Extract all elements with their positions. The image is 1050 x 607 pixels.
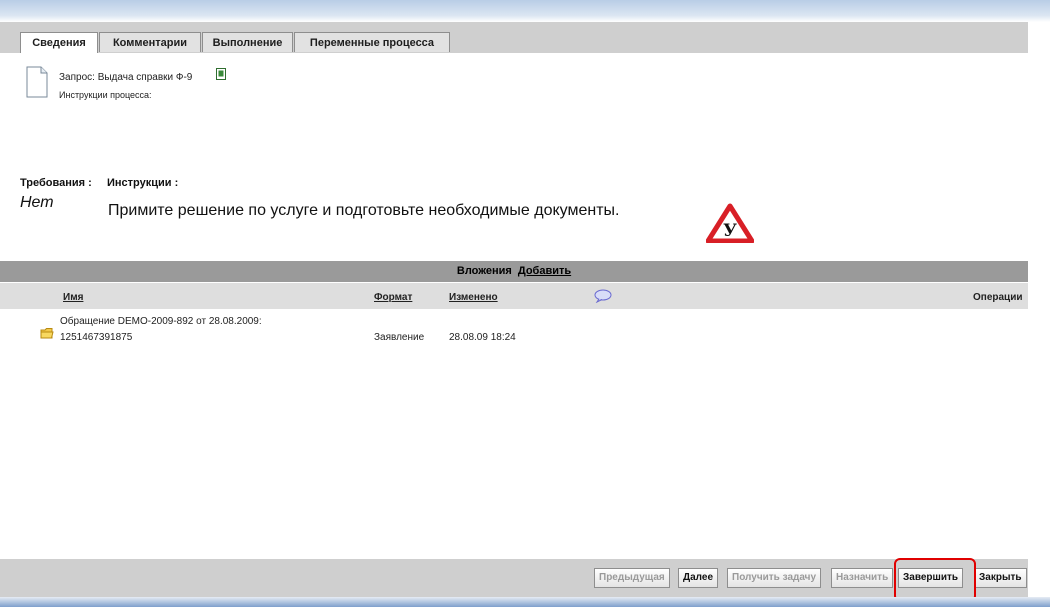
column-modified[interactable]: Изменено bbox=[449, 292, 498, 303]
window-bottom-strip bbox=[0, 597, 1050, 607]
column-name[interactable]: Имя bbox=[63, 292, 83, 303]
comment-bubble-icon bbox=[594, 289, 612, 303]
attachment-name[interactable]: Обращение DEMO-2009-892 от 28.08.2009: bbox=[60, 316, 262, 327]
attachment-format: Заявление bbox=[374, 332, 425, 343]
request-title: Запрос: Выдача справки Ф-9 bbox=[59, 72, 193, 83]
document-icon bbox=[26, 66, 48, 98]
tab-execution[interactable]: Выполнение bbox=[202, 32, 293, 52]
instructions-text: Примите решение по услуге и подготовьте … bbox=[108, 202, 620, 219]
tab-comments[interactable]: Комментарии bbox=[99, 32, 201, 52]
close-button[interactable]: Закрыть bbox=[974, 568, 1027, 588]
column-format[interactable]: Формат bbox=[374, 292, 412, 303]
tab-details[interactable]: Сведения bbox=[20, 32, 98, 53]
requirements-value: Нет bbox=[20, 194, 54, 211]
tab-bar: Сведения Комментарии Выполнение Переменн… bbox=[0, 22, 1028, 53]
attachments-title: Вложения bbox=[456, 265, 512, 277]
tab-process-variables[interactable]: Переменные процесса bbox=[294, 32, 450, 52]
window-top-strip bbox=[0, 0, 1050, 22]
assign-button[interactable]: Назначить bbox=[831, 568, 894, 588]
process-instructions-label: Инструкции процесса: bbox=[59, 90, 152, 100]
form-document-icon[interactable] bbox=[216, 68, 226, 80]
column-operations: Операции bbox=[973, 292, 1023, 303]
next-button[interactable]: Далее bbox=[678, 568, 719, 588]
attachments-header: Вложения Добавить bbox=[0, 261, 1028, 282]
warning-badge-letter: У bbox=[723, 221, 737, 241]
add-attachment-link[interactable]: Добавить bbox=[518, 265, 571, 277]
attachment-id[interactable]: 1251467391875 bbox=[60, 332, 132, 343]
finish-button-highlight bbox=[894, 558, 976, 602]
attachment-modified: 28.08.09 18:24 bbox=[449, 332, 516, 343]
attachments-column-header: Имя Формат Изменено Операции bbox=[0, 283, 1028, 309]
table-row[interactable]: Обращение DEMO-2009-892 от 28.08.2009: 1… bbox=[0, 314, 1028, 348]
warning-triangle-icon: У bbox=[706, 203, 754, 243]
previous-button[interactable]: Предыдущая bbox=[594, 568, 670, 588]
requirements-label: Требования : bbox=[20, 177, 92, 189]
action-bar: Предыдущая Далее Получить задачу Назначи… bbox=[0, 559, 1028, 597]
get-task-button[interactable]: Получить задачу bbox=[727, 568, 822, 588]
instructions-label: Инструкции : bbox=[107, 177, 179, 189]
folder-icon bbox=[40, 328, 54, 339]
